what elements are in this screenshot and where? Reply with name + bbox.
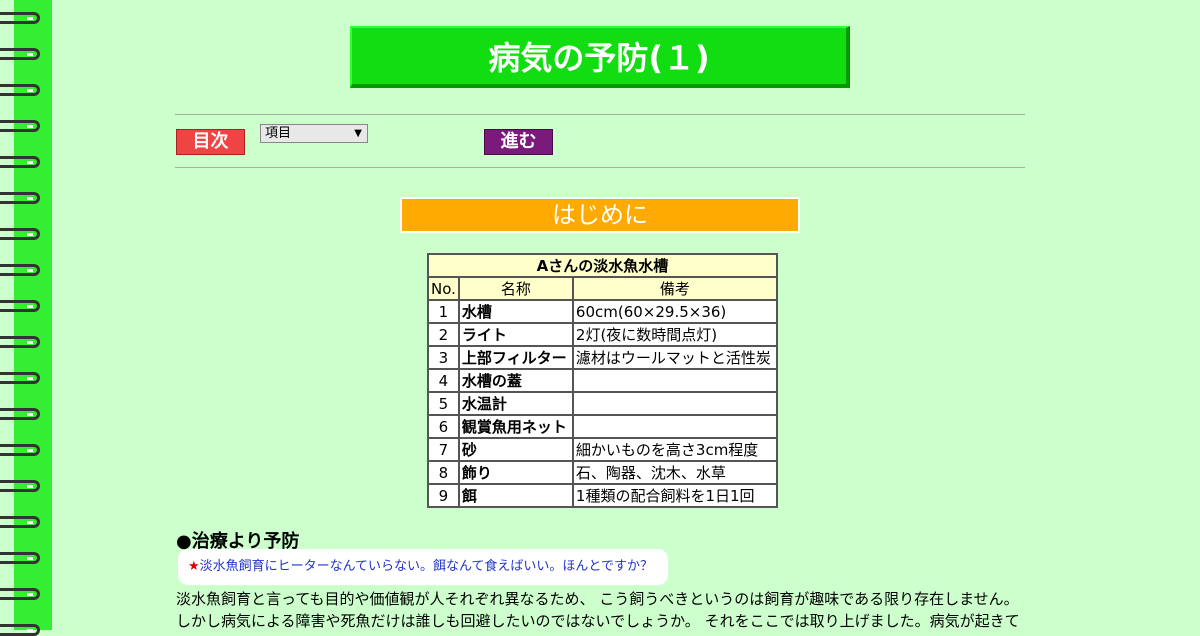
table-cell-name: 飾り <box>457 460 574 485</box>
bubble-text: 淡水魚飼育にヒーターなんていらない。餌なんて食えばいい。ほんとですか？ <box>199 559 653 574</box>
table-cell-no: 4 <box>427 368 460 393</box>
table-cell-note: 1種類の配合飼料を1日1回 <box>571 483 778 508</box>
table-row: 7 砂細かいものを高さ3cm程度 <box>427 437 778 462</box>
table-cell-note <box>571 414 778 439</box>
table-cell-name: 餌 <box>457 483 574 508</box>
binder-ring-icon <box>0 300 40 312</box>
section-title: はじめに <box>400 197 800 233</box>
table-row: 5 水温計 <box>427 391 778 416</box>
table-row: 3 上部フィルター 濾材はウールマットと活性炭 <box>427 345 778 370</box>
binder-ring-icon <box>0 264 40 276</box>
binder-ring-icon <box>0 588 40 600</box>
binder-ring-icon <box>0 444 40 456</box>
table-cell-name: 水槽の蓋 <box>457 368 574 393</box>
table-cell-name: 砂 <box>457 437 574 462</box>
table-cell-name: 水槽 <box>457 299 574 324</box>
table-cell-note <box>571 391 778 416</box>
index-button[interactable]: 目次 <box>176 129 245 155</box>
binder-ring-icon <box>0 12 40 24</box>
binder-ring-icon <box>0 48 40 60</box>
table-cell-no: 3 <box>427 345 460 370</box>
binder-ring-icon <box>0 84 40 96</box>
table-cell-note: 石、陶器、沈木、水草 <box>571 460 778 485</box>
table-row: 9 餌 1種類の配合飼料を1日1回 <box>427 483 778 508</box>
column-header-note: 備考 <box>571 276 778 301</box>
table-cell-name: 水温計 <box>457 391 574 416</box>
section-select-value: 項目 <box>265 126 292 141</box>
table-row: 4 水槽の蓋 <box>427 368 778 393</box>
dropdown-arrow-icon: ▼ <box>354 128 362 139</box>
table-cell-no: 7 <box>427 437 460 462</box>
paragraph-line: 淡水魚飼育と言っても目的や価値観が人それぞれ異なるため、 こう飼うべきというのは… <box>176 590 1019 608</box>
table-caption: Aさんの淡水魚水槽 <box>427 253 778 278</box>
binder-ring-icon <box>0 372 40 384</box>
table-cell-no: 5 <box>427 391 460 416</box>
table-cell-note: 濾材はウールマットと活性炭 <box>571 345 778 370</box>
table-cell-name: ライト <box>457 322 574 347</box>
spiral-binder <box>0 0 52 636</box>
binder-ring-icon <box>0 480 40 492</box>
table-cell-note: 60cm(60×29.5×36) <box>571 299 778 324</box>
binder-ring-icon <box>0 120 40 132</box>
binder-ring-icon <box>0 624 40 636</box>
binder-ring-icon <box>0 156 40 168</box>
next-button[interactable]: 進む <box>484 129 553 155</box>
column-header-name: 名称 <box>457 276 574 301</box>
table-cell-note <box>571 368 778 393</box>
table-row: 2 ライト 2灯(夜に数時間点灯) <box>427 322 778 347</box>
table-cell-note: 細かいものを高さ3cm程度 <box>571 437 778 462</box>
divider-top <box>175 114 1025 115</box>
binder-ring-icon <box>0 192 40 204</box>
table-cell-name: 観賞魚用ネット <box>457 414 574 439</box>
divider-bottom <box>175 167 1025 168</box>
binder-ring-icon <box>0 552 40 564</box>
star-icon: ★ <box>188 559 200 574</box>
paragraph-line: しかし病気による障害や死魚だけは誰しも回避したいのではないでしょうか。 それをこ… <box>176 612 1020 630</box>
table-cell-no: 2 <box>427 322 460 347</box>
column-header-no: No. <box>427 276 460 301</box>
table-row: 8 飾り 石、陶器、沈木、水草 <box>427 460 778 485</box>
speech-bubble: ★淡水魚飼育にヒーターなんていらない。餌なんて食えばいい。ほんとですか？ <box>178 549 668 585</box>
page-title: 病気の予防(１) <box>488 39 710 77</box>
tank-table: Aさんの淡水魚水槽 No. 名称 備考 1 水槽 60cm(60×29.5×36) 2… <box>427 253 778 508</box>
binder-ring-icon <box>0 408 40 420</box>
table-cell-note: 2灯(夜に数時間点灯) <box>571 322 778 347</box>
section-select[interactable]: 項目 ▼ <box>260 124 368 143</box>
binder-ring-icon <box>0 336 40 348</box>
binder-ring-icon <box>0 228 40 240</box>
table-cell-no: 8 <box>427 460 460 485</box>
intro-paragraph: 淡水魚飼育と言っても目的や価値観が人それぞれ異なるため、 こう飼うべきというのは… <box>176 588 1036 632</box>
binder-ring-icon <box>0 516 40 528</box>
table-cell-no: 6 <box>427 414 460 439</box>
page-title-box: 病気の予防(１) <box>350 26 850 88</box>
table-row: 1 水槽 60cm(60×29.5×36) <box>427 299 778 324</box>
table-cell-name: 上部フィルター <box>457 345 574 370</box>
table-cell-no: 9 <box>427 483 460 508</box>
table-cell-no: 1 <box>427 299 460 324</box>
table-row: 6 観賞魚用ネット <box>427 414 778 439</box>
